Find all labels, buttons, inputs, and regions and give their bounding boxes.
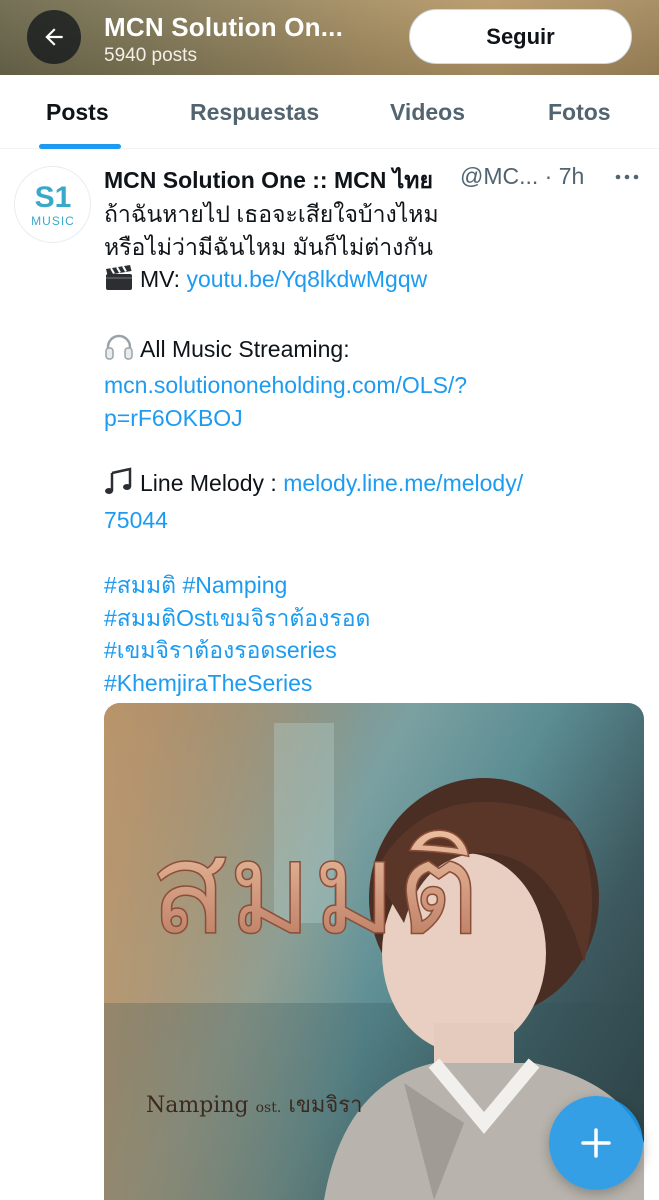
s1-music-logo: S1 MUSIC [31, 181, 75, 228]
more-horizontal-icon[interactable] [614, 167, 640, 187]
headphones-icon [104, 333, 134, 370]
post-line: หรือไม่ว่ามีฉันไหม มันก็ไม่ต่างกัน [104, 233, 433, 260]
mv-link[interactable]: youtu.be/Yq8lkdwMgqw [186, 266, 427, 292]
tab-videos[interactable]: Videos [390, 75, 465, 149]
profile-header-banner: MCN Solution On... 5940 posts Seguir [0, 0, 659, 75]
hashtag[interactable]: #เขมจิราต้องรอดseries [104, 634, 624, 667]
post-count: 5940 posts [104, 45, 197, 66]
compose-fab-button[interactable] [549, 1096, 643, 1190]
hashtag[interactable]: #KhemjiraTheSeries [104, 667, 624, 700]
melody-link[interactable]: melody.line.me/melody/ [283, 470, 523, 496]
post-header: MCN Solution One :: MCN ไทย @MC... · 7h [104, 163, 644, 193]
hashtag[interactable]: #สมมติ [104, 572, 176, 598]
profile-tabs: Posts Respuestas Videos Fotos [0, 75, 659, 149]
melody-label: Line Melody : [140, 470, 284, 496]
follow-button[interactable]: Seguir [409, 9, 632, 64]
clapper-board-icon [104, 265, 134, 300]
music-notes-icon [104, 467, 134, 504]
hashtag[interactable]: #Namping [182, 572, 287, 598]
streaming-link[interactable]: mcn.solutiononeholding.com/OLS/? [104, 369, 624, 402]
tab-replies[interactable]: Respuestas [190, 75, 319, 149]
svg-text:MUSIC: MUSIC [31, 214, 75, 228]
back-button[interactable] [27, 10, 81, 64]
author-name[interactable]: MCN Solution One :: MCN ไทย [104, 163, 433, 199]
plus-icon [581, 1128, 611, 1158]
active-tab-indicator [39, 144, 121, 149]
tab-posts[interactable]: Posts [46, 75, 109, 149]
svg-text:S1: S1 [35, 181, 72, 214]
melody-link[interactable]: 75044 [104, 504, 624, 537]
mv-label: MV: [140, 266, 187, 292]
svg-text:สมมติ: สมมติ [150, 815, 480, 964]
streaming-label: All Music Streaming: [140, 335, 350, 362]
profile-title: MCN Solution On... [104, 12, 344, 42]
arrow-left-icon [45, 28, 63, 46]
post-line: ถ้าฉันหายไป เธอจะเสียใจบ้างไหม [104, 201, 439, 227]
tab-photos[interactable]: Fotos [548, 75, 611, 149]
author-handle-time[interactable]: @MC... · 7h [460, 163, 584, 190]
hashtag[interactable]: #สมมติOstเขมจิราต้องรอด [104, 602, 624, 635]
cover-caption: Namping ost. เขมจิรา [146, 1093, 363, 1118]
avatar[interactable]: S1 MUSIC [14, 166, 91, 243]
post-text: ถ้าฉันหายไป เธอจะเสียใจบ้างไหม หรือไม่ว่… [104, 198, 624, 699]
streaming-link[interactable]: p=rF6OKBOJ [104, 402, 624, 435]
